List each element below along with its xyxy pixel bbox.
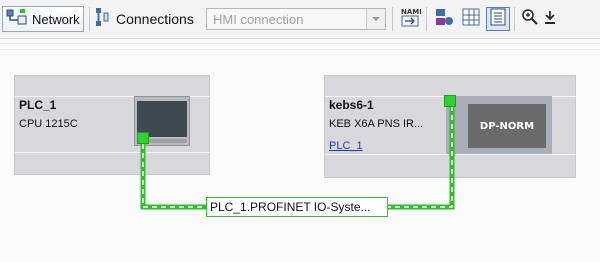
profinet-io-system-line[interactable]	[0, 0, 600, 262]
io-system-label[interactable]: PLC_1.PROFINET IO-Syste...	[206, 197, 388, 217]
